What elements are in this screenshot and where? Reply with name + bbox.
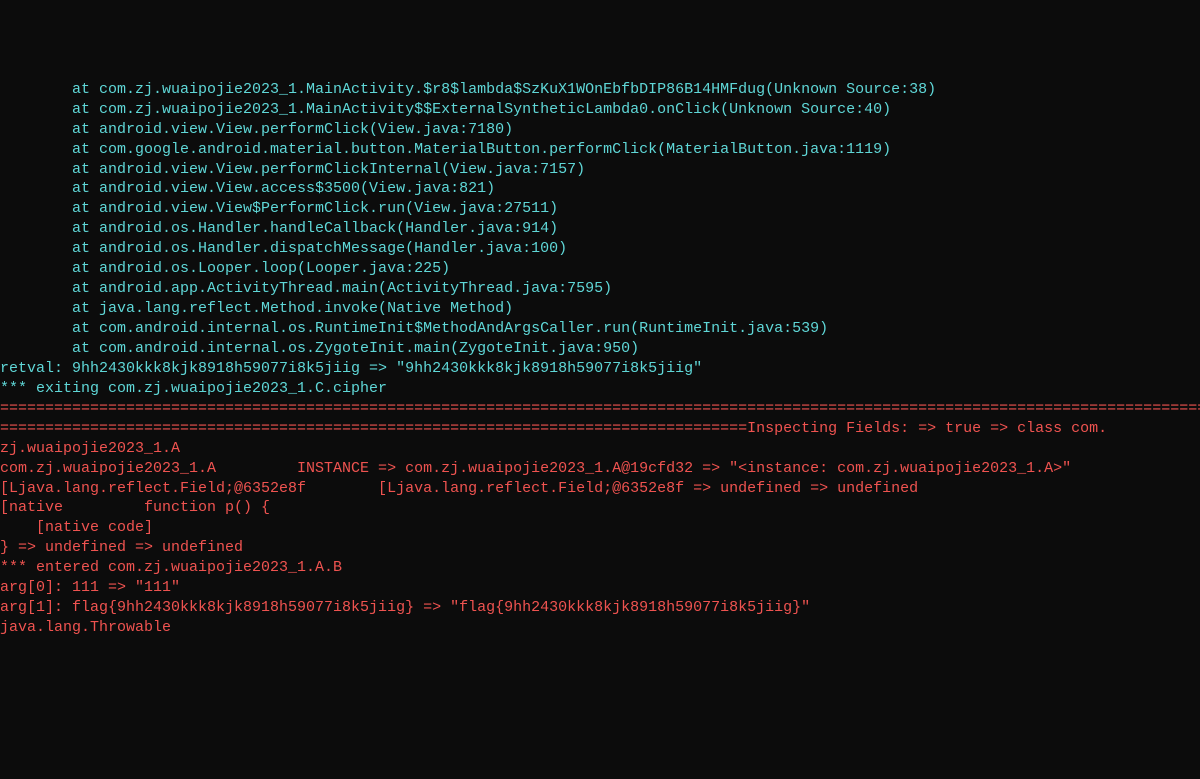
- terminal-line: at android.os.Handler.handleCallback(Han…: [0, 219, 1200, 239]
- terminal-line: [native code]: [0, 518, 1200, 538]
- terminal-line: at java.lang.reflect.Method.invoke(Nativ…: [0, 299, 1200, 319]
- terminal-line: arg[1]: flag{9hh2430kkk8kjk8918h59077i8k…: [0, 598, 1200, 618]
- terminal-line: [Ljava.lang.reflect.Field;@6352e8f [Ljav…: [0, 479, 1200, 499]
- terminal-output[interactable]: at com.zj.wuaipojie2023_1.MainActivity.$…: [0, 80, 1200, 680]
- terminal-line: at android.app.ActivityThread.main(Activ…: [0, 279, 1200, 299]
- terminal-line: } => undefined => undefined: [0, 538, 1200, 558]
- terminal-line: retval: 9hh2430kkk8kjk8918h59077i8k5jiig…: [0, 359, 1200, 379]
- terminal-line: arg[0]: 111 => "111": [0, 578, 1200, 598]
- terminal-line: at android.view.View.performClick(View.j…: [0, 120, 1200, 140]
- terminal-line: at android.view.View.access$3500(View.ja…: [0, 179, 1200, 199]
- terminal-line: ========================================…: [0, 399, 1200, 419]
- terminal-line: at android.view.View.performClickInterna…: [0, 160, 1200, 180]
- terminal-line: at android.view.View$PerformClick.run(Vi…: [0, 199, 1200, 219]
- terminal-line: at com.zj.wuaipojie2023_1.MainActivity.$…: [0, 80, 1200, 100]
- terminal-line: at com.android.internal.os.ZygoteInit.ma…: [0, 339, 1200, 359]
- terminal-line: zj.wuaipojie2023_1.A: [0, 439, 1200, 459]
- terminal-line: at android.os.Looper.loop(Looper.java:22…: [0, 259, 1200, 279]
- terminal-line: at com.android.internal.os.RuntimeInit$M…: [0, 319, 1200, 339]
- terminal-line: *** entered com.zj.wuaipojie2023_1.A.B: [0, 558, 1200, 578]
- terminal-line: at com.google.android.material.button.Ma…: [0, 140, 1200, 160]
- terminal-line: *** exiting com.zj.wuaipojie2023_1.C.cip…: [0, 379, 1200, 399]
- terminal-line: java.lang.Throwable: [0, 618, 1200, 638]
- terminal-line: at com.zj.wuaipojie2023_1.MainActivity$$…: [0, 100, 1200, 120]
- terminal-line: ========================================…: [0, 419, 1200, 439]
- terminal-line: com.zj.wuaipojie2023_1.A INSTANCE => com…: [0, 459, 1200, 479]
- terminal-line: at android.os.Handler.dispatchMessage(Ha…: [0, 239, 1200, 259]
- terminal-line: [native function p() {: [0, 498, 1200, 518]
